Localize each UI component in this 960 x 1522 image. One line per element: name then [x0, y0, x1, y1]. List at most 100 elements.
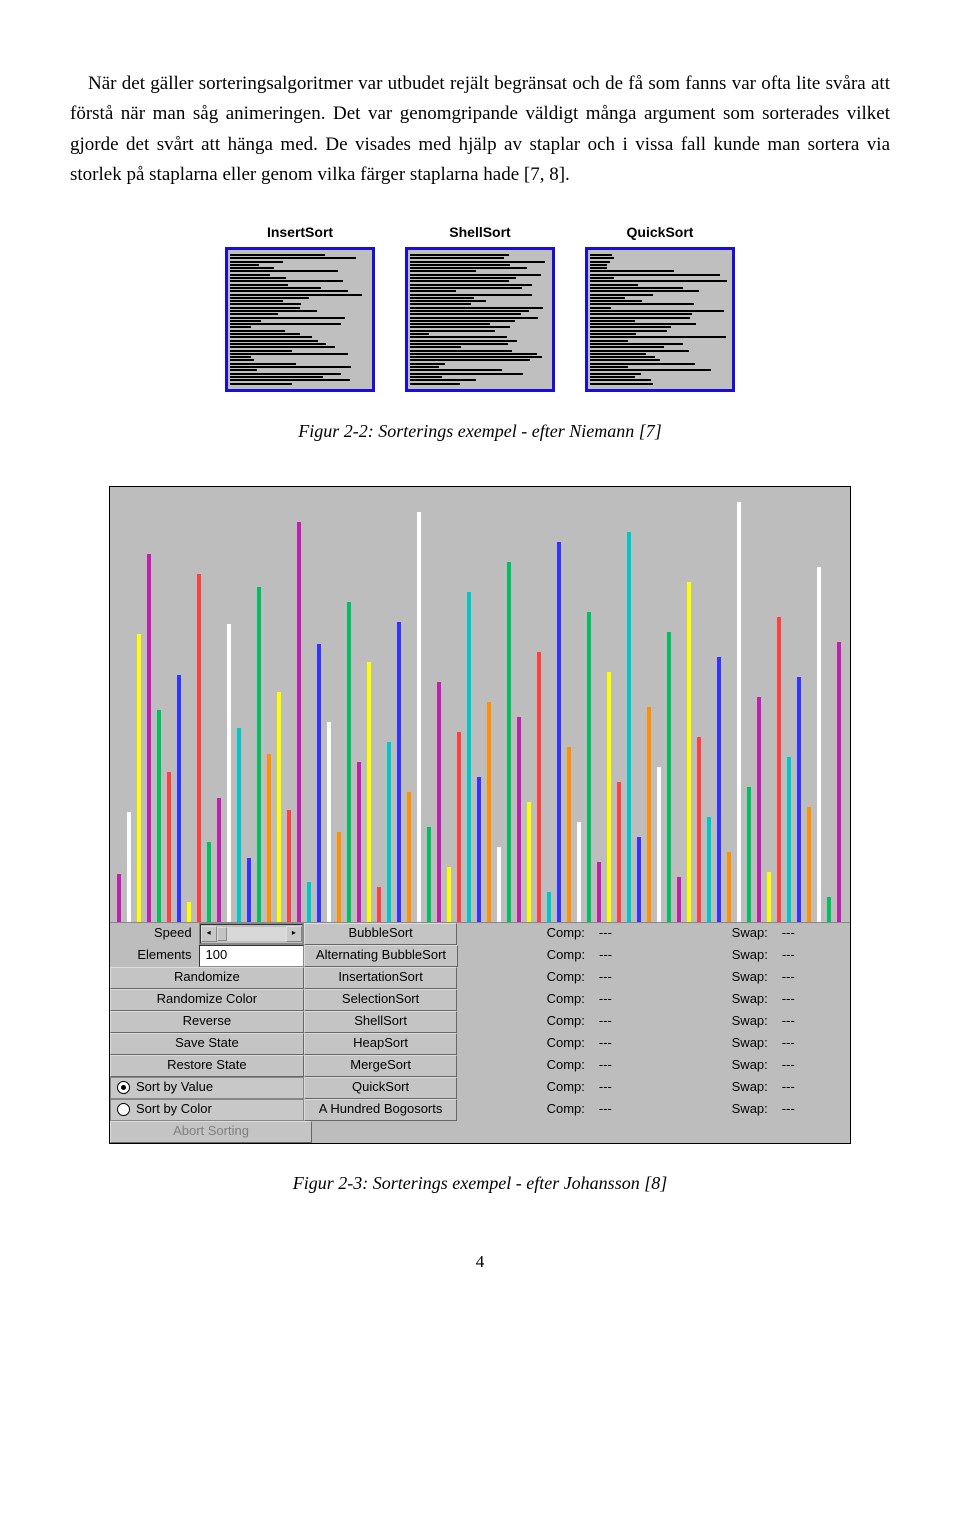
randomize-button[interactable]: Randomize — [110, 967, 304, 989]
horizontal-bar — [230, 326, 251, 328]
control-row: Abort Sorting — [110, 1121, 850, 1143]
horizontal-bar — [590, 350, 689, 352]
sort-by-value-radio[interactable]: Sort by Value — [110, 1077, 304, 1099]
control-row: Randomize ColorSelectionSortComp:---Swap… — [110, 989, 850, 1011]
horizontal-bar — [590, 340, 628, 342]
vertical-bar — [457, 732, 461, 922]
shellsort-label: ShellSort — [449, 221, 510, 243]
horizontal-bar — [410, 294, 532, 296]
horizontal-bar — [590, 280, 727, 282]
vertical-bar — [417, 512, 421, 922]
vertical-bar — [497, 847, 501, 922]
horizontal-bar — [590, 336, 726, 338]
radio-label: Sort by Value — [136, 1077, 213, 1098]
vertical-bar — [747, 787, 751, 922]
vertical-bar — [447, 867, 451, 922]
shellsort-button[interactable]: ShellSort — [304, 1011, 458, 1033]
horizontal-bar — [230, 310, 317, 312]
horizontal-bar — [590, 320, 635, 322]
vertical-bar — [167, 772, 171, 922]
horizontal-bar — [590, 369, 711, 371]
vertical-bar — [807, 807, 811, 922]
horizontal-bar — [590, 300, 642, 302]
horizontal-bar — [590, 257, 614, 259]
heapsort-button[interactable]: HeapSort — [304, 1033, 458, 1055]
horizontal-bar — [230, 366, 351, 368]
horizontal-bar — [590, 353, 646, 355]
bubblesort-button[interactable]: BubbleSort — [304, 923, 458, 945]
insertationsort-button[interactable]: InsertationSort — [304, 967, 458, 989]
page-number: 4 — [70, 1248, 890, 1275]
radio-label: Sort by Color — [136, 1099, 212, 1120]
horizontal-bar — [410, 340, 517, 342]
vertical-bar — [367, 662, 371, 922]
horizontal-bar — [230, 350, 292, 352]
horizontal-bar — [230, 254, 325, 256]
elements-input[interactable]: 100 — [199, 945, 305, 967]
horizontal-bar — [590, 277, 614, 279]
control-row: Sort by ColorA Hundred BogosortsComp:---… — [110, 1099, 850, 1121]
vertical-bar — [667, 632, 671, 922]
horizontal-bar — [410, 363, 445, 365]
swap-value: --- — [775, 1033, 850, 1055]
vertical-bar — [387, 742, 391, 922]
horizontal-bar — [590, 264, 607, 266]
quicksort-column: QuickSort — [585, 221, 735, 392]
horizontal-bar — [410, 320, 515, 322]
vertical-bar — [317, 644, 321, 922]
setting-label: Speed — [110, 923, 199, 945]
bars-area — [110, 487, 850, 922]
horizontal-bar — [410, 254, 509, 256]
vertical-bar — [757, 697, 761, 922]
vertical-bar — [827, 897, 831, 922]
horizontal-bar — [410, 290, 456, 292]
vertical-bar — [767, 872, 771, 922]
vertical-bar — [737, 502, 741, 922]
comp-value: --- — [592, 1033, 631, 1055]
alternating-bubblesort-button[interactable]: Alternating BubbleSort — [304, 945, 457, 967]
reverse-button[interactable]: Reverse — [110, 1011, 304, 1033]
comp-value: --- — [592, 1099, 631, 1121]
selectionsort-button[interactable]: SelectionSort — [304, 989, 458, 1011]
vertical-bar — [657, 767, 661, 922]
sort-by-color-radio[interactable]: Sort by Color — [110, 1099, 304, 1121]
vertical-bar — [297, 522, 301, 922]
randomize-color-button[interactable]: Randomize Color — [110, 989, 304, 1011]
vertical-bar — [837, 642, 841, 922]
vertical-bar — [577, 822, 581, 922]
vertical-bar — [137, 634, 141, 922]
vertical-bar — [697, 737, 701, 922]
horizontal-bar — [410, 307, 543, 309]
horizontal-bar — [230, 383, 292, 385]
horizontal-bar — [410, 264, 510, 266]
horizontal-bar — [410, 376, 442, 378]
vertical-bar — [217, 798, 221, 922]
abort-sorting-button: Abort Sorting — [110, 1121, 312, 1143]
radio-icon — [117, 1081, 130, 1094]
a-hundred-bogosorts-button[interactable]: A Hundred Bogosorts — [304, 1099, 458, 1121]
horizontal-bar — [590, 333, 636, 335]
horizontal-bar — [230, 267, 274, 269]
horizontal-bar — [410, 356, 542, 358]
horizontal-bar — [410, 373, 523, 375]
figure-2-2: InsertSort ShellSort QuickSort — [70, 221, 890, 392]
swap-label: Swap: — [717, 1077, 775, 1099]
quicksort-button[interactable]: QuickSort — [304, 1077, 458, 1099]
scroll-right-icon[interactable]: ▸ — [286, 926, 302, 942]
horizontal-bar — [410, 350, 512, 352]
mergesort-button[interactable]: MergeSort — [304, 1055, 458, 1077]
vertical-bar — [147, 554, 151, 922]
vertical-bar — [127, 812, 131, 922]
swap-label: Swap: — [717, 989, 775, 1011]
horizontal-bar — [590, 373, 641, 375]
vertical-bar — [797, 677, 801, 922]
horizontal-bar — [230, 300, 283, 302]
vertical-bar — [627, 532, 631, 922]
save-state-button[interactable]: Save State — [110, 1033, 304, 1055]
vertical-bar — [717, 657, 721, 922]
scroll-left-icon[interactable]: ◂ — [201, 926, 217, 942]
horizontal-bar — [230, 307, 300, 309]
control-row: Restore StateMergeSortComp:---Swap:--- — [110, 1055, 850, 1077]
restore-state-button[interactable]: Restore State — [110, 1055, 304, 1077]
speed-scrollbar[interactable]: ◂▸ — [199, 923, 304, 945]
